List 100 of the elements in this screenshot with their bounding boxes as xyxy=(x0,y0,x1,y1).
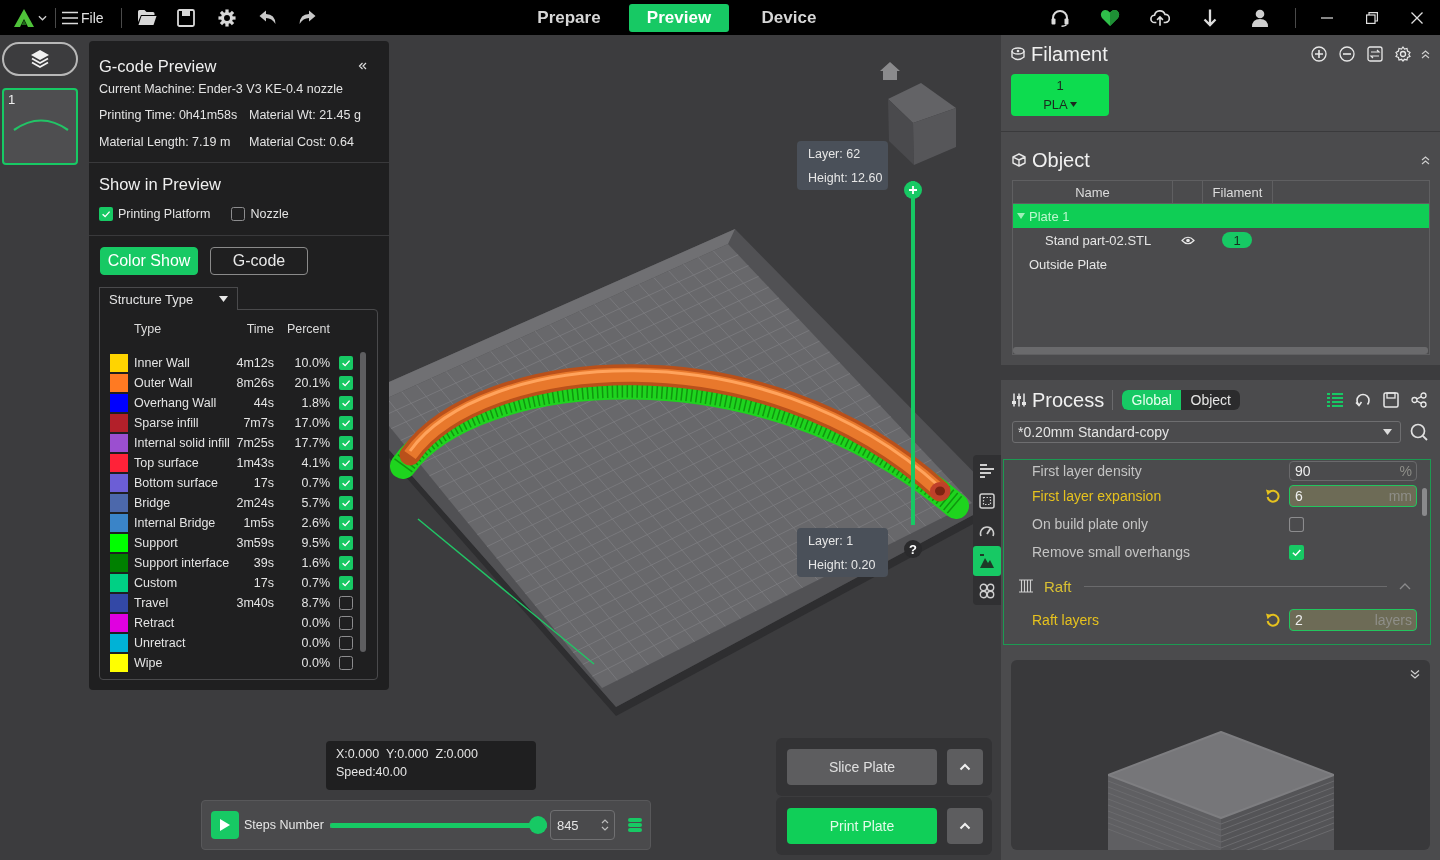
settings-icon[interactable] xyxy=(1395,46,1411,62)
reset-icon[interactable] xyxy=(1265,612,1281,628)
tab[interactable]: Prepare xyxy=(519,3,619,32)
headset-icon[interactable] xyxy=(1050,8,1070,27)
setting-label: First layer density xyxy=(1032,463,1142,479)
section-title: Raft xyxy=(1044,577,1072,595)
column-header: Filament xyxy=(1212,184,1263,200)
tab[interactable]: Device xyxy=(739,3,839,32)
scrollbar[interactable] xyxy=(1013,347,1428,354)
view-tool-button[interactable] xyxy=(973,546,1001,576)
checkbox[interactable] xyxy=(339,456,353,470)
checkbox[interactable] xyxy=(339,636,353,650)
chevron-down-icon[interactable] xyxy=(38,14,47,21)
layer-slider[interactable] xyxy=(904,181,922,525)
checkbox[interactable] xyxy=(339,476,353,490)
logo-icon[interactable] xyxy=(13,7,35,28)
checkbox[interactable] xyxy=(339,596,353,610)
slider-thumb[interactable] xyxy=(528,816,547,834)
view-mode-button[interactable]: G-code xyxy=(210,247,308,275)
scrollbar[interactable] xyxy=(360,352,366,652)
more-button[interactable] xyxy=(947,749,983,785)
share-icon[interactable] xyxy=(1411,392,1427,408)
checkbox[interactable] xyxy=(231,207,246,221)
layers-icon[interactable] xyxy=(626,817,643,833)
collapse-icon[interactable] xyxy=(1421,49,1430,59)
checkbox[interactable] xyxy=(339,496,353,510)
user-icon[interactable] xyxy=(1250,8,1270,27)
structure-type-label: Bridge xyxy=(134,496,171,510)
checkbox[interactable] xyxy=(339,556,353,570)
play-button[interactable] xyxy=(211,811,239,839)
checkbox[interactable] xyxy=(99,207,113,221)
add-icon[interactable] xyxy=(1311,46,1327,62)
checkbox[interactable] xyxy=(1289,516,1304,532)
tree-row[interactable]: Outside Plate xyxy=(1013,252,1429,276)
time-value: 17s xyxy=(253,576,274,590)
checkbox[interactable] xyxy=(339,536,353,550)
checkbox[interactable] xyxy=(339,376,353,390)
checkbox[interactable] xyxy=(339,436,353,450)
setting-label: Remove small overhangs xyxy=(1032,544,1190,560)
chevron-up-icon[interactable] xyxy=(1399,582,1411,590)
file-menu-button[interactable]: File xyxy=(62,5,104,30)
layer-text: Layer: 62 xyxy=(808,145,861,163)
steps-field[interactable]: 845 xyxy=(549,810,615,840)
percent-value: 5.7% xyxy=(301,496,330,510)
undo-icon[interactable] xyxy=(258,10,276,25)
sync-icon[interactable] xyxy=(1355,392,1371,408)
settings-icon[interactable] xyxy=(217,8,236,27)
list-icon[interactable] xyxy=(1327,392,1343,408)
structure-type-label: Overhang Wall xyxy=(134,396,217,410)
expand-icon[interactable] xyxy=(1410,669,1420,679)
bars-icon xyxy=(979,463,995,479)
percent-value: 0.7% xyxy=(301,576,330,590)
height-text: Height: 12.60 xyxy=(808,169,883,187)
remove-icon[interactable] xyxy=(1339,46,1355,62)
structure-type-label: Bottom surface xyxy=(134,476,219,490)
legend-mode-dropdown[interactable]: Structure Type xyxy=(99,287,238,310)
spinner-icon[interactable] xyxy=(600,818,609,832)
reset-icon[interactable] xyxy=(1265,488,1281,504)
number-field[interactable]: 90 % xyxy=(1289,461,1417,481)
save-icon[interactable] xyxy=(1383,392,1399,408)
column-header: Name xyxy=(1075,184,1110,200)
folder-icon[interactable] xyxy=(136,9,157,26)
restore-icon[interactable] xyxy=(1365,11,1378,24)
checkbox[interactable] xyxy=(339,616,353,630)
scope-tab[interactable]: Object xyxy=(1181,390,1241,410)
redo-icon[interactable] xyxy=(298,10,316,25)
close-icon[interactable] xyxy=(1410,11,1423,24)
home-icon[interactable] xyxy=(880,62,900,80)
swap-icon[interactable] xyxy=(1367,46,1383,62)
column-header: Time xyxy=(246,322,274,336)
checkbox[interactable] xyxy=(1289,544,1304,560)
save-icon[interactable] xyxy=(176,8,195,27)
preset-dropdown[interactable]: *0.20mm Standard-copy xyxy=(1012,421,1401,443)
eye-icon[interactable] xyxy=(1181,235,1195,245)
checkbox[interactable] xyxy=(339,656,353,670)
time-value: 3m59s xyxy=(236,536,274,550)
plate-thumbnail[interactable]: 1 xyxy=(2,88,78,165)
search-icon[interactable] xyxy=(1410,423,1428,441)
time-value: 3m40s xyxy=(236,596,274,610)
filament-selector[interactable]: 1 PLA xyxy=(1011,74,1109,116)
plate-action-button[interactable]: Slice Plate xyxy=(787,749,937,785)
collapse-icon[interactable] xyxy=(358,62,367,70)
time-value: 2m24s xyxy=(236,496,274,510)
tree-row[interactable]: Stand part-02.STL 1 xyxy=(1013,228,1429,252)
checkbox[interactable] xyxy=(339,576,353,590)
layers-button[interactable] xyxy=(2,42,78,76)
collapse-icon[interactable] xyxy=(1421,155,1430,165)
heart-icon[interactable] xyxy=(1100,8,1120,27)
stat-text: Material Wt: 21.45 g xyxy=(249,107,361,124)
checkbox[interactable] xyxy=(339,356,353,370)
structure-type-label: Inner Wall xyxy=(134,356,190,370)
cloud-upload-icon[interactable] xyxy=(1150,8,1170,27)
checkbox[interactable] xyxy=(339,416,353,430)
scrollbar[interactable] xyxy=(1422,488,1427,516)
checkbox[interactable] xyxy=(339,396,353,410)
time-value: 4m12s xyxy=(236,356,274,370)
slider-handle[interactable] xyxy=(904,181,922,199)
checkbox[interactable] xyxy=(339,516,353,530)
filament-tag[interactable]: 1 xyxy=(1222,232,1252,248)
more-button[interactable] xyxy=(947,808,983,844)
